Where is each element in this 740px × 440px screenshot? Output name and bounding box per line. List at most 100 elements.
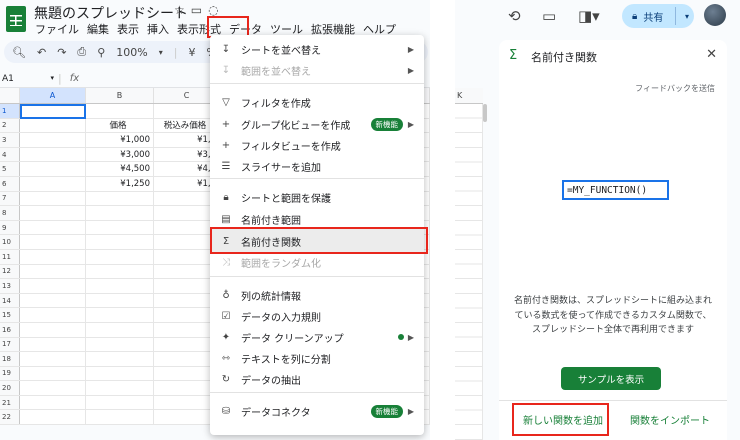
- undo-icon[interactable]: ↶: [37, 46, 46, 59]
- cell[interactable]: [86, 279, 154, 293]
- row-header[interactable]: 5: [0, 162, 20, 176]
- menu-item-2[interactable]: 表示: [113, 21, 143, 37]
- cell[interactable]: [20, 381, 86, 395]
- row-header[interactable]: 1: [0, 104, 20, 118]
- cell[interactable]: [20, 337, 86, 352]
- cell[interactable]: [20, 366, 86, 381]
- import-function-button[interactable]: 関数をインポート: [630, 412, 710, 427]
- menu-item-data-4[interactable]: + フィルタビューを作成: [210, 135, 424, 155]
- cell[interactable]: ¥4,500: [86, 162, 154, 176]
- menu-item-data-6[interactable]: 🔒︎ シートと範囲を保護: [210, 187, 424, 207]
- cell[interactable]: [20, 133, 86, 147]
- show-sample-button[interactable]: サンプルを表示: [561, 367, 661, 390]
- chevron-down-icon[interactable]: ▾: [685, 12, 689, 21]
- cell[interactable]: [20, 206, 86, 220]
- chevron-down-icon[interactable]: ▾: [159, 48, 163, 57]
- column-header-a[interactable]: A: [20, 88, 86, 103]
- menu-item-data-8[interactable]: Σ 名前付き関数: [210, 229, 424, 253]
- cell[interactable]: [20, 308, 86, 322]
- cell[interactable]: [20, 147, 86, 162]
- row-header[interactable]: 22: [0, 410, 20, 425]
- cell[interactable]: [20, 395, 86, 410]
- row-header[interactable]: 17: [0, 337, 20, 352]
- cell[interactable]: [20, 264, 86, 279]
- row-header[interactable]: 6: [0, 176, 20, 191]
- cell[interactable]: ¥1,250: [86, 176, 154, 191]
- cell[interactable]: [20, 352, 86, 366]
- cell[interactable]: [20, 235, 86, 249]
- menu-item-data-13[interactable]: ⇿ テキストを列に分割: [210, 348, 424, 368]
- row-header[interactable]: 14: [0, 293, 20, 308]
- menu-item-1[interactable]: 編集: [83, 21, 113, 37]
- row-header[interactable]: 19: [0, 366, 20, 381]
- avatar[interactable]: [704, 4, 726, 26]
- cell[interactable]: [86, 366, 154, 381]
- cell[interactable]: [86, 381, 154, 395]
- feedback-link[interactable]: フィードバックを送信: [635, 83, 715, 94]
- row-header[interactable]: 16: [0, 322, 20, 337]
- menu-item-data-7[interactable]: ▤ 名前付き範囲: [210, 209, 424, 229]
- cell[interactable]: [86, 191, 154, 206]
- search-icon[interactable]: 🔍︎: [12, 46, 26, 59]
- grid-fragment[interactable]: [455, 104, 483, 440]
- cell[interactable]: 価格: [86, 118, 154, 133]
- cell[interactable]: [86, 249, 154, 264]
- cell[interactable]: ¥1,000: [86, 133, 154, 147]
- history-icon[interactable]: ⟲: [508, 7, 521, 25]
- cell[interactable]: [86, 322, 154, 337]
- cell[interactable]: [86, 395, 154, 410]
- cell[interactable]: [86, 352, 154, 366]
- zoom-select[interactable]: 100%: [116, 46, 147, 59]
- scrollbar-thumb[interactable]: [483, 104, 487, 122]
- cell[interactable]: [20, 279, 86, 293]
- print-icon[interactable]: ⎙: [77, 45, 86, 59]
- cell[interactable]: [86, 264, 154, 279]
- name-box[interactable]: A1 ▾: [0, 74, 58, 84]
- menu-item-0[interactable]: ファイル: [31, 21, 83, 37]
- row-header[interactable]: 15: [0, 308, 20, 322]
- add-new-function-button[interactable]: 新しい関数を追加: [523, 412, 603, 427]
- menu-item-data-14[interactable]: ↻ データの抽出: [210, 369, 424, 389]
- cell[interactable]: [20, 220, 86, 235]
- row-header[interactable]: 13: [0, 279, 20, 293]
- cell[interactable]: [20, 162, 86, 176]
- redo-icon[interactable]: ↷: [57, 46, 66, 59]
- row-header[interactable]: 4: [0, 147, 20, 162]
- row-header[interactable]: 21: [0, 395, 20, 410]
- move-folder-icon[interactable]: ▭: [191, 3, 208, 17]
- row-header[interactable]: 11: [0, 249, 20, 264]
- star-icon[interactable]: ☆: [174, 3, 191, 17]
- row-header[interactable]: 10: [0, 235, 20, 249]
- menu-item-data-12[interactable]: ✦ データ クリーンアップ ▶: [210, 327, 424, 347]
- menu-item-data-3[interactable]: + グループ化ビューを作成 新機能 ▶: [210, 114, 424, 134]
- cell[interactable]: [86, 104, 154, 118]
- column-header-b[interactable]: B: [86, 88, 154, 103]
- sheets-logo-icon[interactable]: [6, 6, 26, 32]
- row-header[interactable]: 3: [0, 133, 20, 147]
- cell[interactable]: [20, 322, 86, 337]
- comment-icon[interactable]: ▭: [542, 7, 556, 25]
- corner-cell[interactable]: [0, 88, 20, 103]
- paint-format-icon[interactable]: ⚲: [97, 46, 105, 59]
- menu-item-data-0[interactable]: ↧ シートを並べ替え ▶: [210, 39, 424, 59]
- cell[interactable]: [20, 191, 86, 206]
- cloud-status-icon[interactable]: ◌: [208, 3, 224, 17]
- cell[interactable]: ¥3,000: [86, 147, 154, 162]
- row-header[interactable]: 18: [0, 352, 20, 366]
- menu-item-data-2[interactable]: ▽ フィルタを作成: [210, 92, 424, 112]
- row-header[interactable]: 20: [0, 381, 20, 395]
- cell[interactable]: [86, 206, 154, 220]
- row-header[interactable]: 7: [0, 191, 20, 206]
- cell[interactable]: [86, 410, 154, 425]
- cell[interactable]: [86, 293, 154, 308]
- row-header[interactable]: 9: [0, 220, 20, 235]
- column-header-k[interactable]: K: [455, 88, 483, 104]
- share-button[interactable]: 🔒︎ 共有 ▾: [622, 4, 694, 28]
- close-icon[interactable]: ✕: [706, 47, 717, 62]
- cell[interactable]: [86, 337, 154, 352]
- cell[interactable]: [86, 308, 154, 322]
- cell[interactable]: [20, 410, 86, 425]
- row-header[interactable]: 2: [0, 118, 20, 133]
- row-header[interactable]: 8: [0, 206, 20, 220]
- cell[interactable]: [86, 235, 154, 249]
